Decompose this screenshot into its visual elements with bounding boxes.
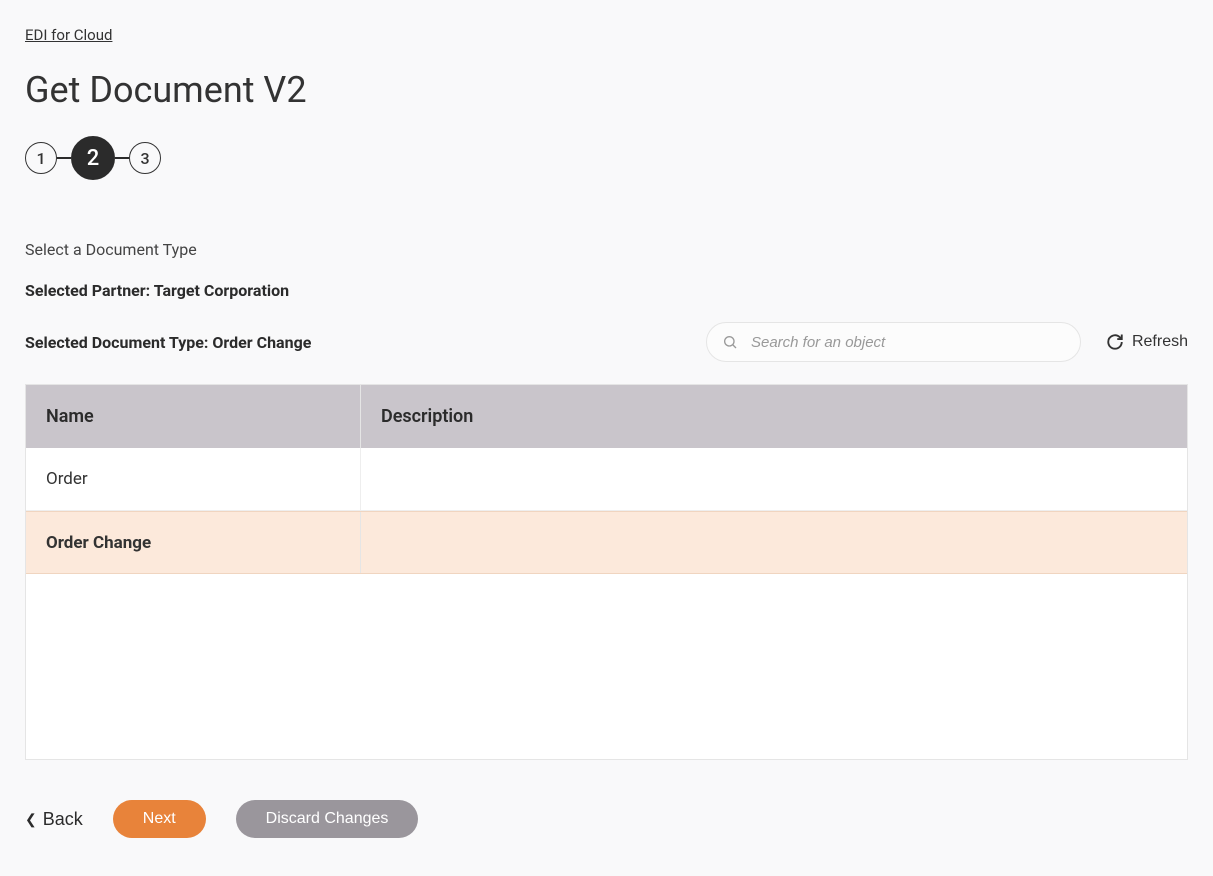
step-2[interactable]: 2	[71, 136, 115, 180]
search-icon	[722, 334, 738, 350]
refresh-label: Refresh	[1132, 333, 1188, 351]
document-type-table: Name Description Order Order Change	[25, 384, 1188, 760]
search-input[interactable]	[706, 322, 1081, 362]
table-header: Name Description	[26, 385, 1187, 448]
table-row[interactable]: Order Change	[26, 511, 1187, 574]
chevron-left-icon: ❮	[25, 811, 37, 828]
cell-name: Order	[26, 448, 361, 510]
breadcrumb-link[interactable]: EDI for Cloud	[25, 26, 112, 44]
stepper: 1 2 3	[25, 136, 1188, 180]
section-label: Select a Document Type	[25, 240, 1188, 259]
back-button[interactable]: ❮ Back	[25, 809, 83, 830]
page-title: Get Document V2	[25, 69, 1188, 111]
step-connector	[115, 157, 129, 159]
footer-buttons: ❮ Back Next Discard Changes	[25, 800, 1188, 838]
cell-name: Order Change	[26, 512, 361, 573]
column-header-description: Description	[361, 385, 1187, 448]
cell-description	[361, 448, 1187, 510]
table-row[interactable]: Order	[26, 448, 1187, 511]
refresh-button[interactable]: Refresh	[1106, 333, 1188, 351]
table-empty-area	[26, 574, 1187, 759]
selected-doc-type: Selected Document Type: Order Change	[25, 333, 311, 352]
search-wrapper	[706, 322, 1081, 362]
next-button[interactable]: Next	[113, 800, 206, 838]
discard-button[interactable]: Discard Changes	[236, 800, 419, 838]
refresh-icon	[1106, 333, 1124, 351]
step-1[interactable]: 1	[25, 142, 57, 174]
column-header-name: Name	[26, 385, 361, 448]
cell-description	[361, 512, 1187, 573]
selected-partner: Selected Partner: Target Corporation	[25, 281, 1188, 300]
step-3[interactable]: 3	[129, 142, 161, 174]
step-connector	[57, 157, 71, 159]
back-label: Back	[43, 809, 83, 830]
